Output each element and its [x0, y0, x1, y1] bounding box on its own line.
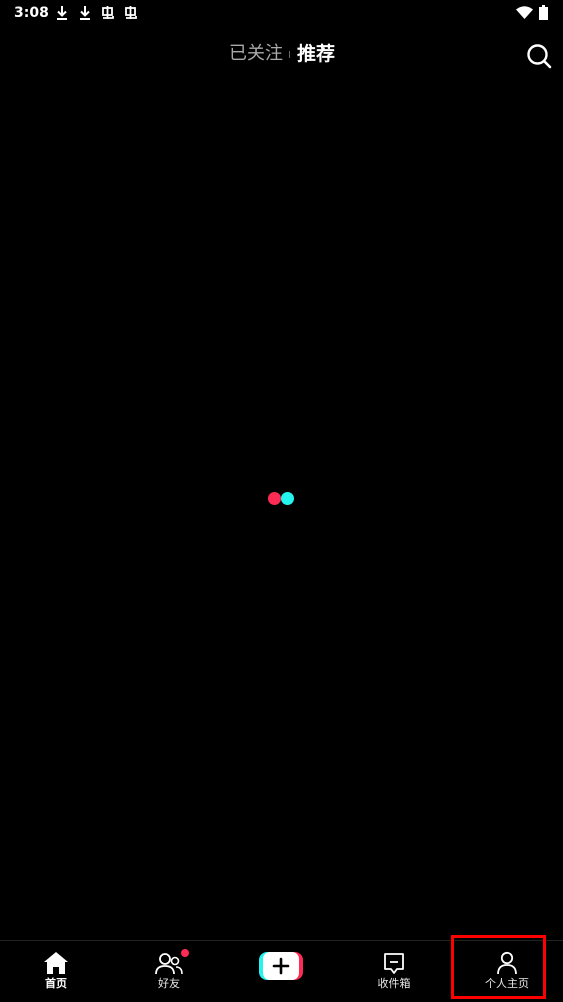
- nav-item-inbox[interactable]: 收件箱: [338, 941, 450, 1001]
- status-time: 3:08: [14, 5, 49, 21]
- create-button[interactable]: [259, 952, 303, 980]
- nav-label-inbox: 收件箱: [377, 977, 411, 990]
- search-button[interactable]: [526, 43, 552, 69]
- plus-icon: [263, 952, 299, 980]
- bottom-nav: 首页 好友 收件箱 个人主页: [0, 940, 563, 1002]
- top-tabs: 已关注 推荐: [0, 38, 563, 70]
- battery-icon: [539, 5, 548, 21]
- status-bar: 3:08: [0, 0, 563, 26]
- inbox-icon: [382, 952, 406, 980]
- nav-item-profile[interactable]: 个人主页: [451, 941, 563, 1001]
- bug-icon: [100, 5, 116, 21]
- profile-icon: [496, 951, 518, 979]
- loading-dot-cyan: [281, 492, 294, 505]
- friends-badge: [181, 949, 189, 957]
- nav-label-profile: 个人主页: [485, 977, 529, 990]
- friends-icon: [155, 952, 183, 980]
- download-icon: [55, 5, 69, 21]
- nav-label-home: 首页: [45, 977, 67, 990]
- loading-dot-red: [268, 492, 281, 505]
- bug-icon: [123, 5, 139, 21]
- nav-label-friends: 好友: [158, 977, 180, 990]
- download-icon: [78, 5, 92, 21]
- nav-item-friends[interactable]: 好友: [113, 941, 225, 1001]
- search-icon: [527, 44, 552, 69]
- loading-indicator: [268, 492, 296, 506]
- tab-following[interactable]: 已关注: [229, 42, 283, 66]
- home-icon: [43, 951, 69, 979]
- tab-recommend[interactable]: 推荐: [297, 41, 335, 67]
- wifi-icon: [516, 6, 533, 22]
- nav-item-home[interactable]: 首页: [0, 941, 112, 1001]
- tab-divider: [289, 51, 290, 58]
